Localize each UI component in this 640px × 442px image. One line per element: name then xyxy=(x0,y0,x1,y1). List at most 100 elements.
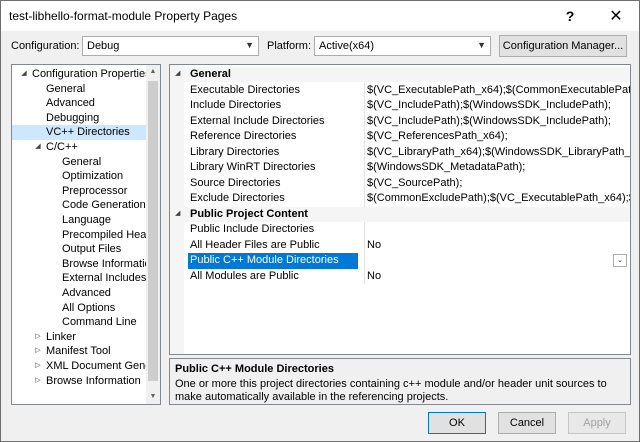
tree-item[interactable]: General xyxy=(12,82,146,97)
property-value[interactable]: $(VC_LibraryPath_x64);$(WindowsSDK_Libra… xyxy=(364,144,630,160)
property-value[interactable]: No xyxy=(364,237,630,253)
tree-item-label: Output Files xyxy=(62,243,122,256)
tree-item[interactable]: External Includes xyxy=(12,271,146,286)
property-value[interactable]: $(VC_ReferencesPath_x64); xyxy=(364,129,630,145)
property-name: Source Directories xyxy=(190,176,281,189)
tree-item[interactable]: Advanced xyxy=(12,96,146,111)
property-value[interactable] xyxy=(364,253,630,269)
property-name: Public C++ Module Directories xyxy=(188,253,358,269)
close-button[interactable]: ✕ xyxy=(593,1,639,31)
tree-item-label: All Options xyxy=(62,301,116,314)
configuration-select[interactable]: Debug ▼ xyxy=(82,36,259,56)
grid-property-row[interactable]: Public C++ Module Directories ⌄ xyxy=(170,253,630,269)
grid-property-row[interactable]: All Modules are Public No xyxy=(170,268,630,284)
window-title: test-libhello-format-module Property Pag… xyxy=(9,9,238,23)
description-panel: Public C++ Module Directories One or mor… xyxy=(169,358,631,405)
grid-property-row[interactable]: Library WinRT Directories $(WindowsSDK_Me… xyxy=(170,160,630,176)
tree-item[interactable]: ◢ C/C++ xyxy=(12,140,146,155)
tree-item-label: Command Line xyxy=(62,316,137,329)
property-name: All Modules are Public xyxy=(190,269,299,282)
grid-property-row[interactable]: Include Directories $(VC_IncludePath);$(W… xyxy=(170,98,630,114)
property-value[interactable]: $(VC_SourcePath); xyxy=(364,175,630,191)
grid-property-row[interactable]: Library Directories $(VC_LibraryPath_x64)… xyxy=(170,144,630,160)
tree-item[interactable]: ▷ Browse Information xyxy=(12,374,146,389)
chevron-down-icon[interactable]: ⌄ xyxy=(613,254,627,267)
property-value[interactable]: $(VC_IncludePath);$(WindowsSDK_IncludePa… xyxy=(364,98,630,114)
property-value[interactable]: $(VC_ExecutablePath_x64);$(CommonExecuta… xyxy=(364,82,630,98)
property-name: External Include Directories xyxy=(190,114,325,127)
grid-section-header[interactable]: ◢ General xyxy=(170,67,630,82)
scroll-up-icon[interactable]: ▲ xyxy=(146,65,160,79)
grid-property-row[interactable]: Source Directories $(VC_SourcePath); xyxy=(170,175,630,191)
tree-item[interactable]: ▷ Linker xyxy=(12,330,146,345)
expanded-arrow-icon[interactable]: ◢ xyxy=(33,140,43,155)
grid-property-row[interactable]: Exclude Directories $(CommonExcludePath);… xyxy=(170,191,630,207)
tree-item[interactable]: ▷ Manifest Tool xyxy=(12,344,146,359)
expanded-arrow-icon[interactable]: ◢ xyxy=(175,69,180,77)
grid-section-title: General xyxy=(190,68,231,80)
scroll-thumb[interactable] xyxy=(148,81,158,381)
expanded-arrow-icon[interactable]: ◢ xyxy=(175,209,180,217)
tree-item-label: C/C++ xyxy=(46,141,78,153)
tree-item[interactable]: VC++ Directories xyxy=(12,125,146,140)
apply-button[interactable]: Apply xyxy=(568,412,626,434)
property-value[interactable]: $(WindowsSDK_MetadataPath); xyxy=(364,160,630,176)
grid-property-row[interactable]: Executable Directories $(VC_ExecutablePat… xyxy=(170,82,630,98)
tree-item[interactable]: Command Line xyxy=(12,315,146,330)
configuration-manager-button[interactable]: Configuration Manager... xyxy=(499,35,627,57)
property-value[interactable]: $(VC_IncludePath);$(WindowsSDK_IncludePa… xyxy=(364,113,630,129)
collapsed-arrow-icon[interactable]: ▷ xyxy=(33,359,43,374)
ok-button[interactable]: OK xyxy=(428,412,486,434)
tree-item[interactable]: Precompiled Heade xyxy=(12,228,146,243)
description-text: One or more this project directories con… xyxy=(175,378,607,403)
grid-property-row[interactable]: Reference Directories $(VC_ReferencesPath… xyxy=(170,129,630,145)
tree-item-label: XML Document Genera xyxy=(46,360,146,372)
cancel-button[interactable]: Cancel xyxy=(498,412,556,434)
tree-item-label: Configuration Properties xyxy=(32,68,146,80)
tree-item-label: VC++ Directories xyxy=(46,126,130,139)
collapsed-arrow-icon[interactable]: ▷ xyxy=(33,344,43,359)
help-button[interactable]: ? xyxy=(547,1,593,31)
property-name: Library Directories xyxy=(190,145,280,158)
tree-item[interactable]: General xyxy=(12,155,146,170)
platform-value: Active(x64) xyxy=(319,40,375,52)
configuration-row: Configuration: Debug ▼ Platform: Active(… xyxy=(1,35,639,57)
property-name: Reference Directories xyxy=(190,130,297,142)
property-name: Include Directories xyxy=(190,99,282,111)
tree-item[interactable]: Browse Information xyxy=(12,257,146,272)
tree-item[interactable]: All Options xyxy=(12,301,146,316)
tree-item[interactable]: Output Files xyxy=(12,242,146,257)
platform-select[interactable]: Active(x64) ▼ xyxy=(314,36,491,56)
tree-item-label: Manifest Tool xyxy=(46,345,111,358)
expanded-arrow-icon[interactable]: ◢ xyxy=(19,67,29,82)
tree-scrollbar[interactable]: ▲ ▼ xyxy=(146,65,160,404)
property-name: Library WinRT Directories xyxy=(190,161,316,173)
tree-item[interactable]: Advanced xyxy=(12,286,146,301)
tree-item[interactable]: Optimization xyxy=(12,169,146,184)
tree-item-label: External Includes xyxy=(62,272,146,285)
tree-item-label: Debugging xyxy=(46,111,100,124)
grid-section-header[interactable]: ◢ Public Project Content xyxy=(170,206,630,222)
property-grid[interactable]: ◢ General Executable Directories $(VC_Execu… xyxy=(169,64,631,355)
collapsed-arrow-icon[interactable]: ▷ xyxy=(33,330,43,345)
tree-item[interactable]: Preprocessor xyxy=(12,184,146,199)
property-pages-dialog: test-libhello-format-module Property Pag… xyxy=(0,0,640,442)
collapsed-arrow-icon[interactable]: ▷ xyxy=(33,374,43,389)
tree-item[interactable]: Debugging xyxy=(12,111,146,126)
grid-property-row[interactable]: External Include Directories $(VC_Include… xyxy=(170,113,630,129)
tree-item-label: Browse Information xyxy=(46,374,141,387)
configuration-value: Debug xyxy=(87,40,120,52)
scroll-down-icon[interactable]: ▼ xyxy=(146,390,160,404)
tree-item[interactable]: ◢ Configuration Properties xyxy=(12,67,146,82)
tree-item[interactable]: ▷XML Document Genera xyxy=(12,359,146,374)
title-bar: test-libhello-format-module Property Pag… xyxy=(1,1,639,31)
grid-property-row[interactable]: Public Include Directories xyxy=(170,222,630,238)
grid-property-row[interactable]: All Header Files are Public No xyxy=(170,237,630,253)
tree-item[interactable]: Language xyxy=(12,213,146,228)
tree-item-label: Advanced xyxy=(62,287,111,299)
tree-item[interactable]: Code Generation xyxy=(12,198,146,213)
property-value[interactable] xyxy=(364,222,630,238)
category-tree[interactable]: ◢ Configuration Properties General Advanced… xyxy=(11,64,161,405)
property-value[interactable]: No xyxy=(364,268,630,284)
property-value[interactable]: $(CommonExcludePath);$(VC_ExecutablePath… xyxy=(364,191,630,207)
